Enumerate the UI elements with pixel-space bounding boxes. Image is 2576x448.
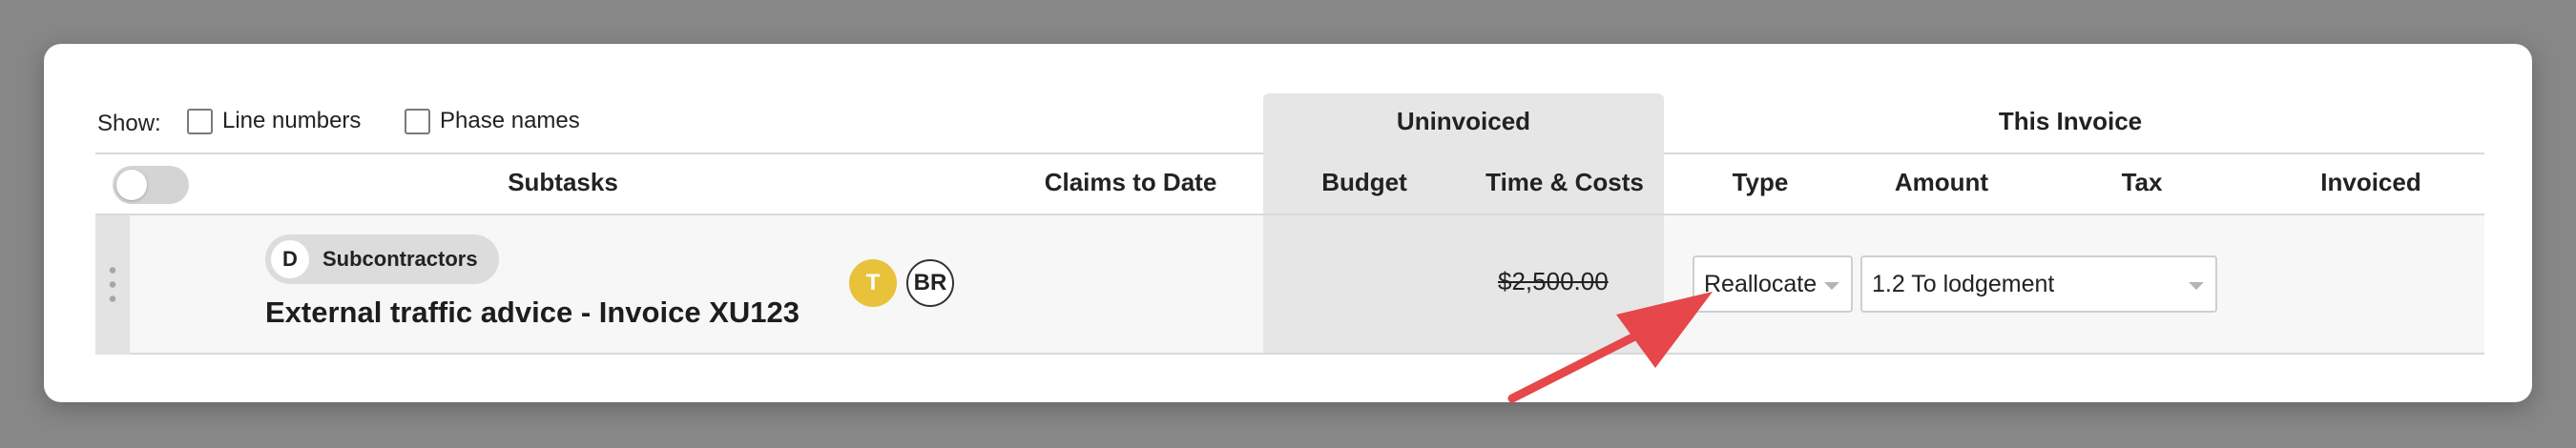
annotation-arrow-icon — [1507, 292, 1713, 403]
annotation-arrow-head — [1616, 292, 1713, 368]
